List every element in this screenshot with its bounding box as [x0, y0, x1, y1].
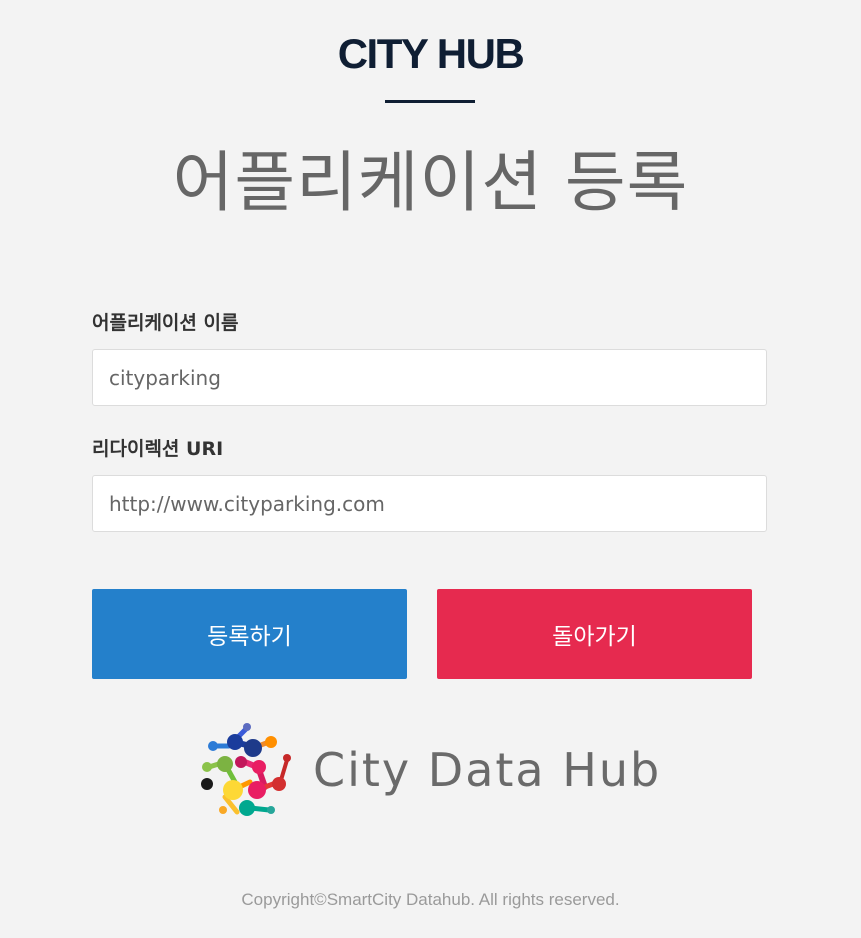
logo-wordmark: City Data Hub — [313, 743, 662, 797]
brand-title: CITY HUB — [337, 30, 525, 77]
redirect-uri-label: 리다이렉션 URI — [92, 438, 224, 460]
back-button[interactable]: 돌아가기 — [437, 589, 752, 679]
hub-network-icon — [201, 723, 291, 816]
brand-divider — [385, 100, 475, 103]
app-name-label: 어플리케이션 이름 — [92, 312, 239, 334]
city-data-hub-logo: City Data Hub — [195, 722, 665, 822]
copyright-footer: Copyright©SmartCity Datahub. All rights … — [241, 890, 620, 909]
register-button[interactable]: 등록하기 — [92, 589, 407, 679]
redirect-uri-input[interactable] — [92, 475, 767, 532]
app-name-input[interactable] — [92, 349, 767, 406]
app-register-form: 어플리케이션 이름 리다이렉션 URI — [92, 310, 767, 532]
page-title: 어플리케이션 등록 — [172, 144, 689, 221]
